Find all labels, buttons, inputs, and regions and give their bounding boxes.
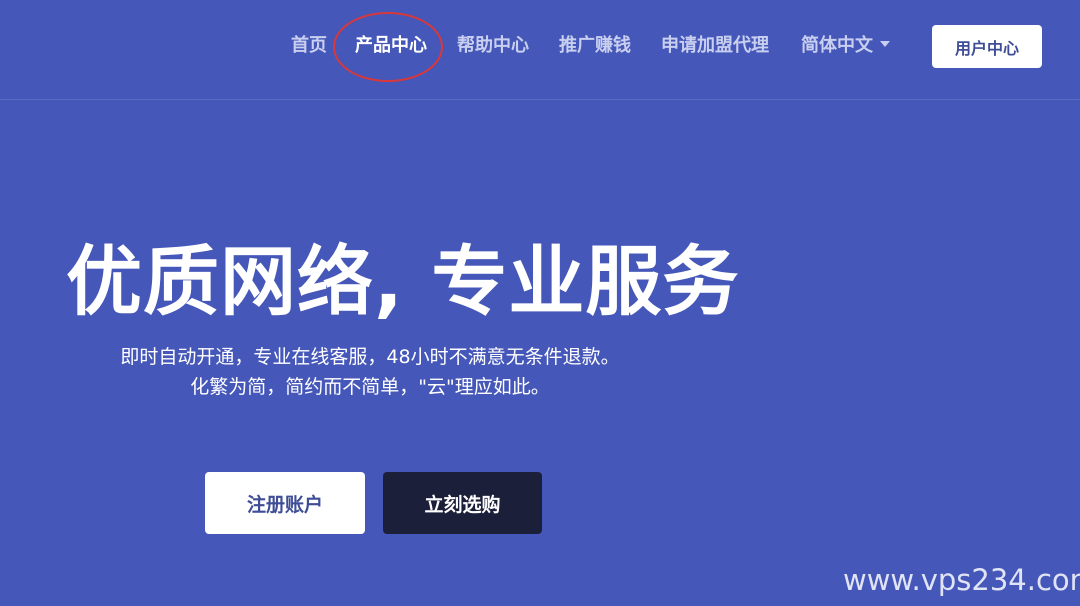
language-label: 简体中文	[801, 35, 873, 56]
hero-subtitle-line-1: 即时自动开通，专业在线客服，48小时不满意无条件退款。	[120, 346, 620, 368]
user-center-button[interactable]: 用户中心	[932, 25, 1042, 68]
buy-now-button[interactable]: 立刻选购	[383, 472, 542, 534]
hero-title: 优质网络, 专业服务	[66, 237, 740, 326]
top-navbar: 首页 产品中心 帮助中心 推广赚钱 申请加盟代理 简体中文 用户中心	[0, 0, 1080, 100]
nav-item-home[interactable]: 首页	[291, 34, 327, 58]
nav-item-products[interactable]: 产品中心	[355, 34, 427, 58]
hero-subtitle-line-2: 化繁为简，简约而不简单，"云"理应如此。	[190, 376, 550, 398]
nav-item-help[interactable]: 帮助中心	[457, 34, 529, 58]
hero-subtitle: 即时自动开通，专业在线客服，48小时不满意无条件退款。 化繁为简，简约而不简单，…	[90, 342, 650, 402]
watermark-text: www.vps234.com	[843, 563, 1080, 597]
language-selector[interactable]: 简体中文	[801, 34, 890, 58]
nav-item-reseller[interactable]: 申请加盟代理	[661, 34, 769, 58]
chevron-down-icon	[880, 41, 890, 47]
register-account-button[interactable]: 注册账户	[205, 472, 365, 534]
nav-item-affiliate[interactable]: 推广赚钱	[559, 34, 631, 58]
